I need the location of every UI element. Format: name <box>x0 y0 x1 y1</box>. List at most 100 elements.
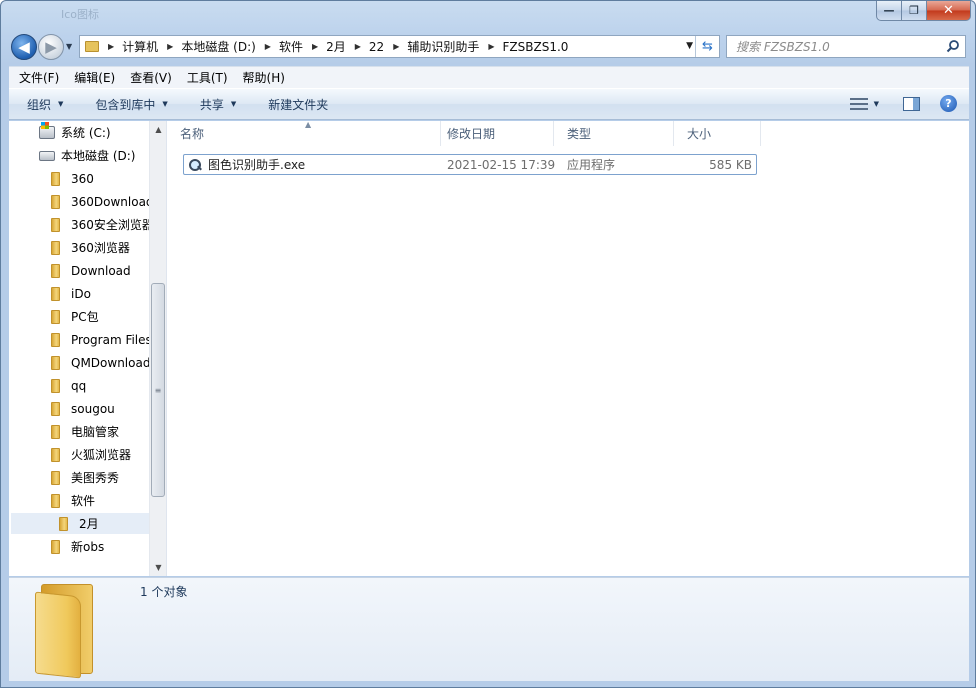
folder-icon <box>51 240 60 255</box>
breadcrumb-drive-d[interactable]: 本地磁盘 (D:) <box>181 38 255 55</box>
address-dropdown-icon[interactable]: ▼ <box>686 41 693 51</box>
breadcrumb-current-folder[interactable]: FZSBZS1.0 <box>503 40 569 54</box>
tree-item[interactable]: 火狐浏览器 <box>51 444 131 465</box>
folder-icon <box>51 447 60 462</box>
folder-icon <box>51 378 60 393</box>
folder-icon <box>51 493 60 508</box>
tree-item[interactable]: 电脑管家 <box>51 421 119 442</box>
tree-item[interactable]: PC包 <box>51 306 99 327</box>
recent-pages-dropdown-icon[interactable]: ▼ <box>66 42 72 51</box>
navigation-scrollbar[interactable]: ▲ ≡ ▼ <box>149 121 166 576</box>
tree-item[interactable]: 新obs <box>51 536 104 557</box>
view-options-icon[interactable] <box>849 96 868 112</box>
breadcrumb-separator-icon[interactable]: ▶ <box>312 42 318 51</box>
tree-item-label: 软件 <box>71 494 96 508</box>
navigation-pane: 系统 (C:) 本地磁盘 (D:) 360 360Download 360安全浏览器 36… <box>9 121 167 576</box>
preview-pane-icon[interactable] <box>903 96 920 111</box>
maximize-button[interactable]: ❐ <box>902 1 927 21</box>
share-label: 共享 <box>199 97 224 112</box>
tree-item-label: sougou <box>71 401 115 416</box>
tree-item[interactable]: 2月 <box>11 513 149 534</box>
tree-item[interactable]: 本地磁盘 (D:) <box>39 145 135 166</box>
address-row: ◀ ▶ ▼ ▶ 计算机 ▶ 本地磁盘 (D:) ▶ 软件 ▶ 2月 ▶ 22 ▶… <box>1 31 975 63</box>
breadcrumb-computer[interactable]: 计算机 <box>122 38 158 55</box>
breadcrumb-software[interactable]: 软件 <box>279 38 303 55</box>
address-folder-icon <box>85 41 99 52</box>
tree-item[interactable]: qq <box>51 375 86 396</box>
tree-item[interactable]: 系统 (C:) <box>39 122 111 143</box>
tree-item[interactable]: iDo <box>51 283 91 304</box>
breadcrumb-separator-icon[interactable]: ▶ <box>167 42 173 51</box>
share-button[interactable]: 共享 ▼ <box>182 96 250 113</box>
breadcrumb-22[interactable]: 22 <box>369 40 384 54</box>
tree-item-label: Download <box>71 263 131 278</box>
new-folder-button[interactable]: 新建文件夹 <box>250 96 342 113</box>
tree-item[interactable]: 360 <box>51 168 94 189</box>
address-bar[interactable]: ▶ 计算机 ▶ 本地磁盘 (D:) ▶ 软件 ▶ 2月 ▶ 22 ▶ 辅助识别助… <box>79 35 720 58</box>
breadcrumb-separator-icon[interactable]: ▶ <box>355 42 361 51</box>
menu-tools[interactable]: 工具(T) <box>177 69 233 86</box>
tree-item[interactable]: Download <box>51 260 131 281</box>
search-icon[interactable] <box>946 39 960 53</box>
breadcrumb-separator-icon[interactable]: ▶ <box>488 42 494 51</box>
folder-icon <box>51 424 60 439</box>
file-size: 585 KB <box>709 157 752 172</box>
scroll-up-icon[interactable]: ▲ <box>150 121 167 138</box>
tree-item[interactable]: sougou <box>51 398 115 419</box>
organize-button[interactable]: 组织 ▼ <box>9 96 77 113</box>
file-list: ▲ 名称 修改日期 类型 大小 图色识别助手.exe 2021-02-15 17… <box>167 120 969 576</box>
tree-item-label: 360Download <box>71 194 154 209</box>
tree-item[interactable]: QMDownload <box>51 352 150 373</box>
menu-file[interactable]: 文件(F) <box>9 69 64 86</box>
minimize-button[interactable]: — <box>876 1 902 21</box>
tree-item[interactable]: 360安全浏览器 <box>51 214 154 235</box>
column-type[interactable]: 类型 <box>554 121 674 146</box>
menu-edit[interactable]: 编辑(E) <box>64 69 120 86</box>
chevron-down-icon: ▼ <box>162 100 168 108</box>
tree-item-label: qq <box>71 378 87 393</box>
tree-item[interactable]: 360浏览器 <box>51 237 130 258</box>
tree-item-label: 2月 <box>79 517 99 531</box>
column-size[interactable]: 大小 <box>674 121 761 146</box>
magnifier-app-icon <box>188 158 202 172</box>
search-box <box>726 35 966 58</box>
tree-item[interactable]: 360Download <box>51 191 154 212</box>
column-modified-label: 修改日期 <box>447 127 496 141</box>
forward-arrow-icon: ▶ <box>45 38 57 56</box>
breadcrumb-separator-icon[interactable]: ▶ <box>393 42 399 51</box>
breadcrumb-separator-icon[interactable]: ▶ <box>108 42 114 51</box>
file-row[interactable]: 图色识别助手.exe 2021-02-15 17:39 应用程序 585 KB <box>183 154 757 175</box>
title-bar[interactable]: Ico图标 — ❐ ✕ <box>1 1 975 31</box>
breadcrumb-february[interactable]: 2月 <box>326 38 346 55</box>
tree-item-label: 360浏览器 <box>71 241 130 255</box>
forward-button[interactable]: ▶ <box>38 34 64 60</box>
folder-icon <box>51 217 60 232</box>
window-controls: — ❐ ✕ <box>876 1 971 21</box>
search-input[interactable] <box>727 36 927 57</box>
scroll-down-icon[interactable]: ▼ <box>150 559 167 576</box>
breadcrumb-separator-icon[interactable]: ▶ <box>265 42 271 51</box>
refresh-icon[interactable]: ⇆ <box>695 36 719 57</box>
menu-bar: 文件(F) 编辑(E) 查看(V) 工具(T) 帮助(H) <box>9 66 969 88</box>
tree-item[interactable]: Program Files <box>51 329 152 350</box>
help-icon[interactable]: ? <box>940 95 957 112</box>
tree-item-label: 360安全浏览器 <box>71 218 154 232</box>
include-in-library-button[interactable]: 包含到库中 ▼ <box>77 96 181 113</box>
tree-item-label: 美图秀秀 <box>71 471 120 485</box>
menu-help[interactable]: 帮助(H) <box>233 69 290 86</box>
tree-item[interactable]: 美图秀秀 <box>51 467 119 488</box>
folder-icon <box>51 355 60 370</box>
tree-item[interactable]: 软件 <box>51 490 95 511</box>
menu-view[interactable]: 查看(V) <box>120 69 177 86</box>
column-modified[interactable]: 修改日期 <box>434 121 554 146</box>
view-dropdown-icon[interactable]: ▼ <box>874 100 879 108</box>
folder-icon <box>51 171 60 186</box>
column-name[interactable]: 名称 <box>167 121 441 146</box>
breadcrumb: ▶ 计算机 ▶ 本地磁盘 (D:) ▶ 软件 ▶ 2月 ▶ 22 ▶ 辅助识别助… <box>99 38 568 55</box>
column-name-label: 名称 <box>180 127 205 141</box>
breadcrumb-assistant[interactable]: 辅助识别助手 <box>407 38 479 55</box>
folder-icon <box>51 401 60 416</box>
close-button[interactable]: ✕ <box>927 1 971 21</box>
scroll-thumb[interactable]: ≡ <box>151 283 165 497</box>
back-button[interactable]: ◀ <box>11 34 37 60</box>
